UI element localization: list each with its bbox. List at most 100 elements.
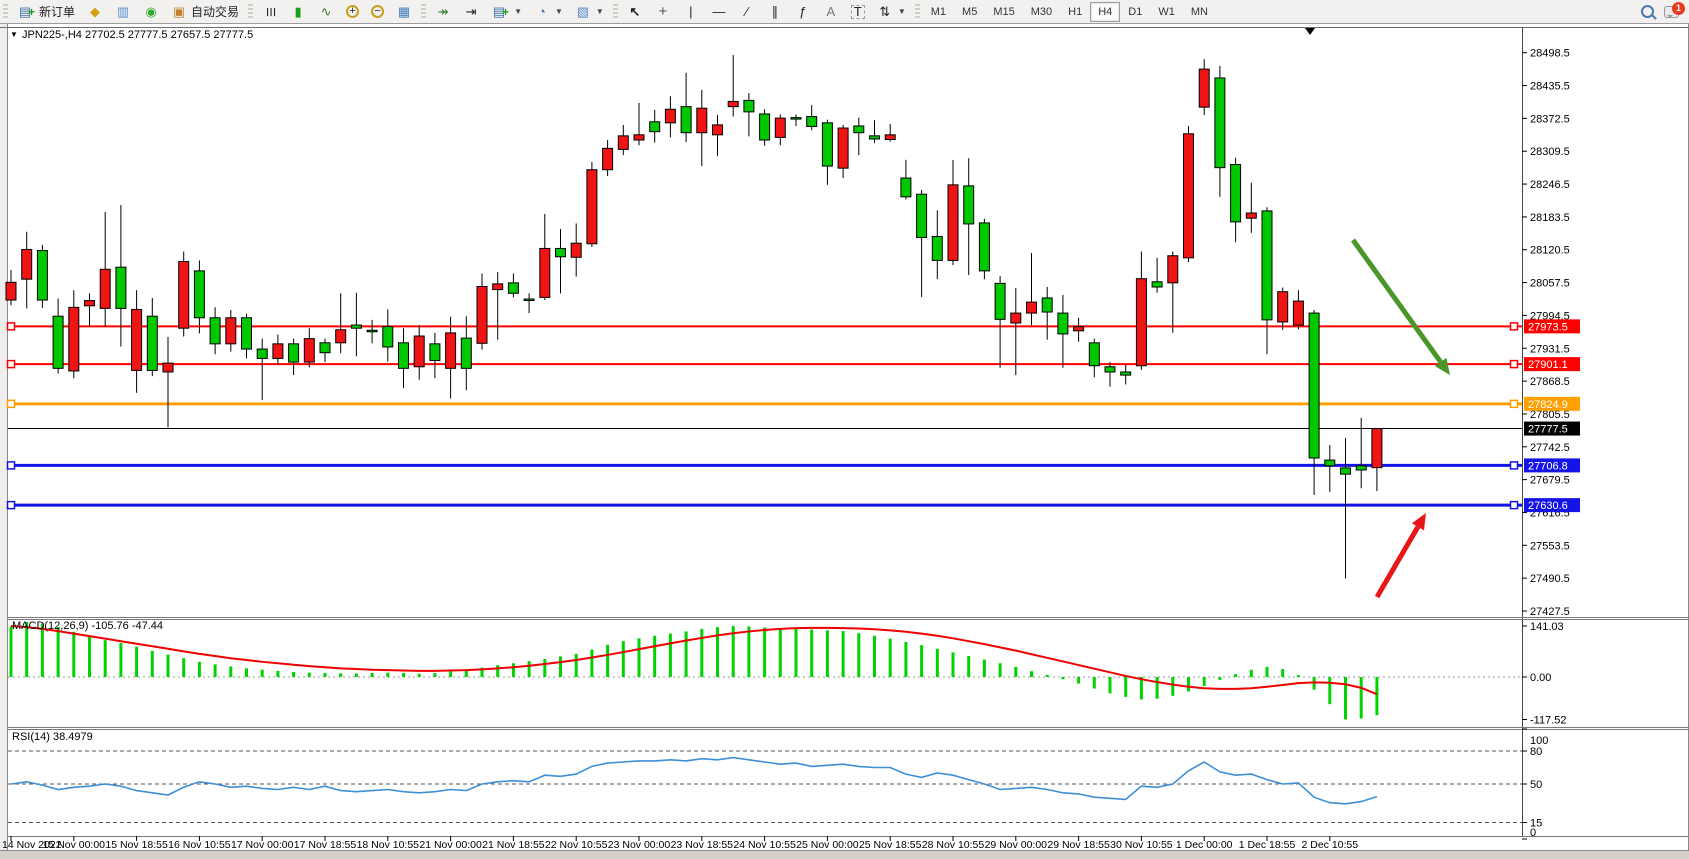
- macd-bar: [857, 633, 860, 677]
- macd-bar: [1171, 677, 1174, 696]
- timeframe-m1[interactable]: M1: [923, 2, 954, 22]
- macd-bar: [889, 639, 892, 677]
- zoom-out-icon: −: [371, 5, 384, 18]
- candle: [807, 105, 817, 130]
- chart-area[interactable]: ▼JPN225-,H4 27702.5 27777.5 27657.5 2777…: [0, 0, 1689, 859]
- chart-shift-marker[interactable]: [1305, 28, 1315, 35]
- tile-windows-button[interactable]: ▦: [390, 1, 418, 23]
- timeframe-m30[interactable]: M30: [1023, 2, 1060, 22]
- up-bounce-arrow[interactable]: [1377, 513, 1426, 597]
- price-tick-label: 28498.5: [1530, 48, 1570, 60]
- market-watch-button[interactable]: ◆: [81, 1, 109, 23]
- timeframe-h1[interactable]: H1: [1060, 2, 1090, 22]
- timeframe-d1[interactable]: D1: [1120, 2, 1150, 22]
- macd-bar: [1360, 677, 1363, 719]
- new-order-button[interactable]: ▤+ 新订单: [11, 1, 81, 23]
- candle: [1136, 252, 1146, 370]
- bar-chart-button[interactable]: ☰: [256, 1, 284, 23]
- macd-bar: [1061, 677, 1064, 679]
- vertical-line-icon: |: [683, 4, 699, 20]
- hline-handle[interactable]: [8, 323, 15, 330]
- macd-bar: [182, 658, 185, 677]
- toolbar-grip[interactable]: [248, 4, 253, 20]
- macd-bar: [1203, 677, 1206, 686]
- price-tag-27706.8: 27706.8: [1524, 458, 1580, 472]
- candle: [242, 314, 252, 359]
- text-tool-button[interactable]: A: [817, 1, 845, 23]
- down-trend-arrow[interactable]: [1353, 240, 1450, 375]
- timeframe-h4[interactable]: H4: [1090, 2, 1120, 22]
- new-chart-button[interactable]: ▤+▼: [485, 1, 528, 23]
- status-strip: [0, 850, 1689, 859]
- dropdown-arrow-icon: ▼: [898, 7, 906, 16]
- time-tick-label: 1 Dec 00:00: [1176, 839, 1233, 851]
- search-icon[interactable]: [1641, 5, 1654, 18]
- toolbar-grip[interactable]: [3, 4, 8, 20]
- candle: [1246, 183, 1256, 233]
- chart-shift-button[interactable]: ⇥: [457, 1, 485, 23]
- svg-text:27630.6: 27630.6: [1528, 500, 1568, 512]
- hline-handle[interactable]: [8, 400, 15, 407]
- time-tick-label: 29 Nov 18:55: [1047, 839, 1110, 851]
- macd-bar: [904, 642, 907, 677]
- cursor-tool-button[interactable]: ↖: [621, 1, 649, 23]
- channel-tool-button[interactable]: ∥: [761, 1, 789, 23]
- macd-bar: [1218, 677, 1221, 680]
- hline-handle[interactable]: [1511, 502, 1518, 509]
- candle: [132, 290, 142, 393]
- candle: [493, 272, 503, 340]
- vertical-line-tool-button[interactable]: |: [677, 1, 705, 23]
- hline-handle[interactable]: [1511, 400, 1518, 407]
- price-tick-label: 28372.5: [1530, 113, 1570, 125]
- horizontal-line-tool-button[interactable]: —: [705, 1, 733, 23]
- timeframe-m15[interactable]: M15: [985, 2, 1022, 22]
- candle: [1121, 365, 1131, 385]
- templates-button[interactable]: ▧▼: [569, 1, 610, 23]
- candle: [1011, 288, 1021, 375]
- hline-handle[interactable]: [8, 462, 15, 469]
- price-tag-27824.9: 27824.9: [1524, 397, 1580, 411]
- text-label-tool-button[interactable]: T: [845, 1, 871, 23]
- auto-scroll-button[interactable]: ↠: [429, 1, 457, 23]
- macd-tick-label: -117.52: [1530, 714, 1567, 726]
- symbol-dropdown-icon[interactable]: ▼: [10, 30, 18, 39]
- data-window-button[interactable]: ▥: [109, 1, 137, 23]
- toolbar-grip[interactable]: [915, 4, 920, 20]
- timeframe-mn[interactable]: MN: [1183, 2, 1216, 22]
- macd-bar: [606, 645, 609, 677]
- auto-trading-button[interactable]: ▣ 自动交易: [165, 1, 245, 23]
- macd-bar: [763, 627, 766, 677]
- time-tick-label: 1 Dec 18:55: [1239, 839, 1296, 851]
- candlestick-chart-button[interactable]: ▮: [284, 1, 312, 23]
- macd-bar: [936, 649, 939, 677]
- macd-bar: [842, 631, 845, 677]
- macd-bar: [1077, 677, 1080, 684]
- hline-handle[interactable]: [8, 361, 15, 368]
- fibonacci-tool-button[interactable]: ƒ: [789, 1, 817, 23]
- period-button[interactable]: ◔▼: [528, 1, 569, 23]
- price-tick-label: 28309.5: [1530, 146, 1570, 158]
- toolbar-grip[interactable]: [421, 4, 426, 20]
- macd-bar: [1156, 677, 1159, 699]
- macd-bar: [1297, 675, 1300, 677]
- trendline-tool-button[interactable]: ∕: [733, 1, 761, 23]
- hline-handle[interactable]: [8, 502, 15, 509]
- timeframe-w1[interactable]: W1: [1150, 2, 1183, 22]
- crosshair-tool-button[interactable]: +: [649, 1, 677, 23]
- macd-bar: [1046, 675, 1049, 677]
- zoom-in-button[interactable]: +: [340, 1, 365, 23]
- hline-handle[interactable]: [1511, 361, 1518, 368]
- zoom-out-button[interactable]: −: [365, 1, 390, 23]
- hline-handle[interactable]: [1511, 462, 1518, 469]
- hline-handle[interactable]: [1511, 323, 1518, 330]
- macd-bar: [1328, 677, 1331, 704]
- macd-bar: [433, 673, 436, 677]
- new-order-label: 新订单: [39, 3, 75, 20]
- timeframe-m5[interactable]: M5: [954, 2, 985, 22]
- arrows-tool-button[interactable]: ⇅▼: [871, 1, 912, 23]
- signals-button[interactable]: ◉: [137, 1, 165, 23]
- macd-bar: [1187, 677, 1190, 691]
- line-chart-button[interactable]: ∿: [312, 1, 340, 23]
- toolbar-grip[interactable]: [613, 4, 618, 20]
- chat-icon[interactable]: 1: [1664, 6, 1679, 18]
